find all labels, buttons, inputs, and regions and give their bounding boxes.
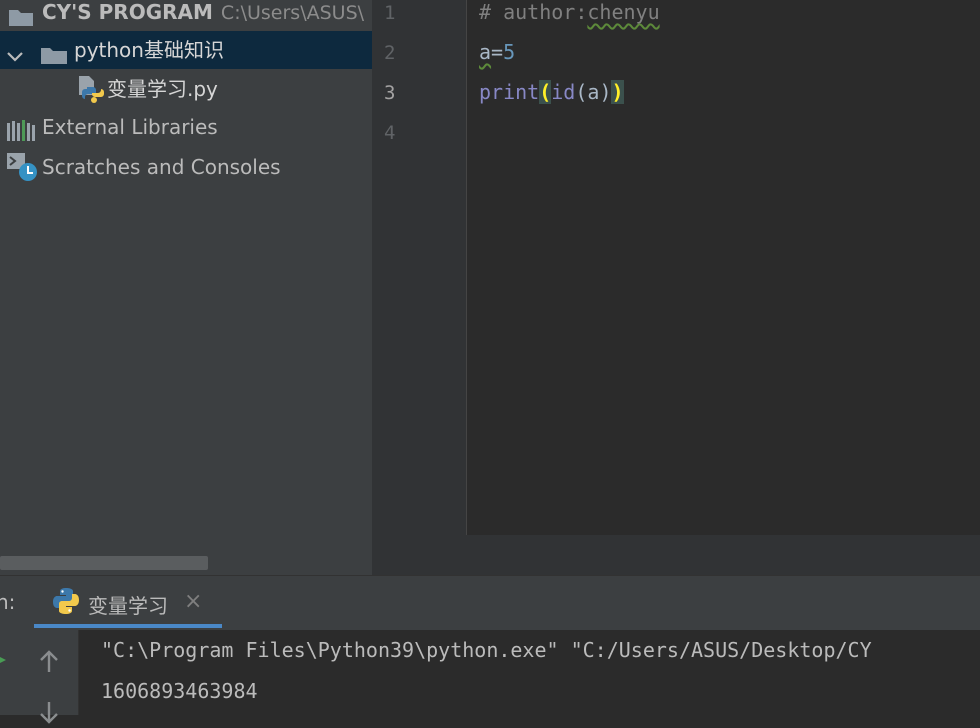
run-label: n:	[0, 590, 16, 614]
arrow-down-icon[interactable]	[38, 700, 60, 728]
tree-item-external-libraries[interactable]: External Libraries	[0, 108, 372, 146]
console-result-line: 1606893463984	[101, 679, 258, 703]
line-number: 4	[384, 122, 396, 144]
project-horizontal-scrollbar[interactable]	[0, 556, 208, 570]
builtin-id: id	[551, 80, 576, 104]
open-paren-highlight: (	[539, 80, 552, 104]
run-toolbar	[20, 630, 79, 724]
editor-gutter: 1 2 3 4	[372, 0, 467, 535]
project-root-name: CY'S PROGRAM	[42, 0, 213, 24]
project-panel: CY'S PROGRAM C:\Users\ASUS\ python基础知识 变量…	[0, 0, 372, 575]
folder-label: python基础知识	[74, 38, 224, 62]
scratches-label: Scratches and Consoles	[42, 155, 281, 179]
editor-bottom-strip	[372, 535, 980, 575]
builtin-print: print	[479, 80, 540, 104]
line-number: 2	[384, 42, 396, 64]
scratches-icon	[6, 152, 38, 194]
chevron-down-icon[interactable]	[6, 40, 24, 62]
comment-author: chenyu	[587, 0, 660, 24]
number-literal: 5	[503, 40, 516, 64]
close-icon[interactable]: ×	[184, 589, 202, 614]
tree-item-folder[interactable]: python基础知识	[0, 31, 372, 69]
console-output[interactable]: "C:\Program Files\Python39\python.exe" "…	[79, 630, 980, 715]
code-line-3[interactable]: print(id(a))	[479, 80, 624, 104]
line-number: 1	[384, 2, 396, 24]
project-root-path: C:\Users\ASUS\	[220, 2, 365, 24]
comment-text: # author:	[479, 0, 588, 24]
run-tab-title: 变量学习	[88, 594, 168, 618]
close-paren-highlight: )	[611, 80, 624, 104]
rerun-icon[interactable]	[0, 652, 8, 671]
tree-item-file[interactable]: 变量学习.py	[0, 70, 372, 108]
external-libraries-label: External Libraries	[42, 115, 218, 139]
tree-item-scratches[interactable]: Scratches and Consoles	[0, 148, 372, 186]
code-editor[interactable]: # author:chenyu a=5 print(id(a))	[467, 0, 980, 535]
id-args: (a)	[575, 80, 612, 104]
file-label: 变量学习.py	[107, 77, 218, 101]
variable-a: a	[479, 40, 492, 64]
code-line-2[interactable]: a=5	[479, 40, 515, 64]
code-line-1[interactable]: # author:chenyu	[479, 0, 660, 24]
python-icon	[52, 587, 80, 619]
arrow-up-icon[interactable]	[38, 650, 60, 678]
run-left-strip	[0, 630, 20, 715]
line-number-current: 3	[384, 82, 396, 104]
console-command-line: "C:\Program Files\Python39\python.exe" "…	[101, 638, 872, 662]
assign-operator: =	[491, 40, 504, 64]
active-tab-indicator	[34, 624, 222, 628]
run-tab[interactable]: 变量学习 ×	[34, 576, 222, 628]
run-tool-header: n: 变量学习 ×	[0, 575, 980, 631]
